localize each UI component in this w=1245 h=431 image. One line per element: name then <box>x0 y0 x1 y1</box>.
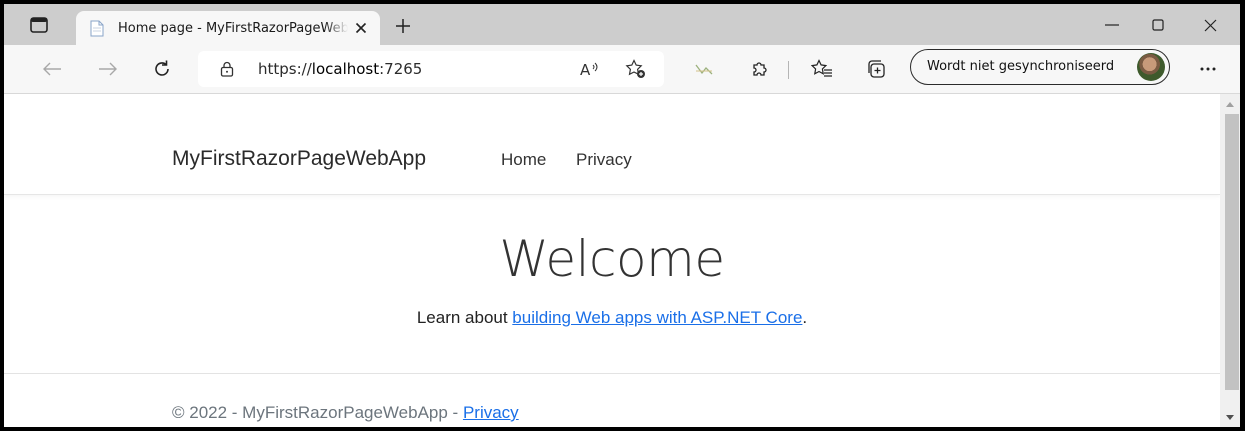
add-favorite-icon[interactable] <box>624 58 648 80</box>
intro-suffix: . <box>802 308 808 327</box>
site-navbar: MyFirstRazorPageWebApp Home Privacy <box>4 94 1220 195</box>
url-prefix: https:// <box>258 60 312 78</box>
favorites-icon[interactable] <box>808 55 836 83</box>
browser-window: Home page - MyFirstRazorPageWebApp <box>4 4 1240 427</box>
tab-active[interactable]: Home page - MyFirstRazorPageWebApp <box>76 11 380 45</box>
close-icon[interactable] <box>1196 12 1224 38</box>
url-text[interactable]: https://localhost:7265 <box>258 60 422 78</box>
avatar <box>1137 53 1165 81</box>
intro-prefix: Learn about <box>416 308 513 327</box>
url-port: :7265 <box>379 60 423 78</box>
tab-actions-icon[interactable] <box>28 15 50 35</box>
toolbar-divider <box>788 61 789 79</box>
arrow-right-icon[interactable] <box>94 55 122 83</box>
profile-button[interactable]: Wordt niet gesynchroniseerd <box>910 49 1170 85</box>
close-icon[interactable] <box>352 19 370 37</box>
tab-strip: Home page - MyFirstRazorPageWebApp <box>4 4 1240 45</box>
page-icon <box>90 19 106 37</box>
intro-link[interactable]: building Web apps with ASP.NET Core <box>512 308 802 327</box>
url-host: localhost <box>311 60 380 78</box>
footer-text: © 2022 - MyFirstRazorPageWebApp - Privac… <box>172 403 519 423</box>
arrow-left-icon[interactable] <box>38 55 66 83</box>
profile-label: Wordt niet gesynchroniseerd <box>927 59 1115 74</box>
address-bar[interactable]: https://localhost:7265 A <box>198 51 664 87</box>
site-brand[interactable]: MyFirstRazorPageWebApp <box>172 147 426 171</box>
page-content: MyFirstRazorPageWebApp Home Privacy Welc… <box>4 94 1220 427</box>
lock-icon[interactable] <box>218 60 236 78</box>
more-icon[interactable] <box>1194 55 1222 83</box>
vertical-scrollbar[interactable] <box>1220 94 1240 427</box>
extension-icon[interactable] <box>690 55 718 83</box>
svg-text:A: A <box>580 61 591 78</box>
read-aloud-icon[interactable]: A <box>578 58 602 80</box>
scroll-down-icon[interactable] <box>1220 409 1240 425</box>
intro-text: Learn about building Web apps with ASP.N… <box>4 308 1220 328</box>
refresh-icon[interactable] <box>148 55 176 83</box>
footer-copyright: © 2022 - MyFirstRazorPageWebApp - <box>172 403 463 422</box>
footer-privacy-link[interactable]: Privacy <box>463 403 519 422</box>
nav-link-privacy[interactable]: Privacy <box>576 150 632 170</box>
plus-icon[interactable] <box>392 15 414 37</box>
scroll-thumb[interactable] <box>1225 114 1239 390</box>
toolbar: https://localhost:7265 A Wordt niet gesy… <box>4 45 1240 94</box>
collections-icon[interactable] <box>862 55 890 83</box>
maximize-icon[interactable] <box>1144 12 1172 38</box>
page-title-text: Welcome <box>499 230 725 288</box>
site-footer: © 2022 - MyFirstRazorPageWebApp - Privac… <box>4 373 1220 427</box>
page-title: Welcome <box>4 230 1220 288</box>
tab-title: Home page - MyFirstRazorPageWebApp <box>118 20 348 36</box>
nav-link-home[interactable]: Home <box>501 150 546 170</box>
scroll-up-icon[interactable] <box>1220 96 1240 112</box>
puzzle-icon[interactable] <box>746 55 774 83</box>
minimize-icon[interactable] <box>1098 12 1126 38</box>
